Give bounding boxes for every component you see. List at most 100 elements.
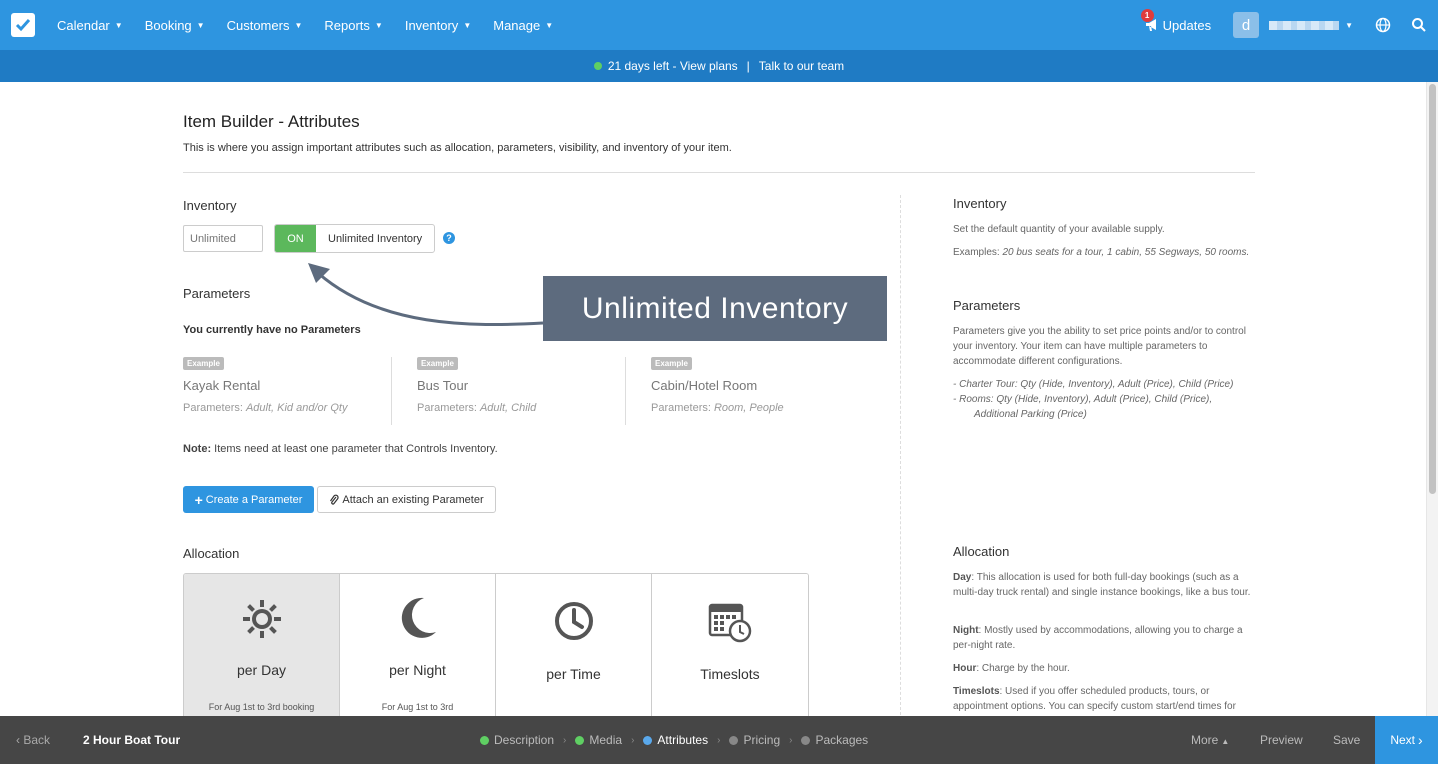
examples-prefix: Examples:	[953, 247, 1003, 258]
help-inventory-desc: Set the default quantity of your availab…	[953, 224, 1165, 235]
example-line: - Rooms: Qty (Hide, Inventory), Adult (P…	[953, 394, 1213, 405]
example-badge: Example	[417, 357, 458, 370]
examples-text: 20 bus seats for a tour, 1 cabin, 55 Seg…	[1002, 247, 1250, 258]
menu-customers[interactable]: Customers ▼	[216, 0, 314, 50]
allocation-label: Timeslots	[700, 666, 760, 682]
toggle-label[interactable]: Unlimited Inventory	[316, 225, 434, 252]
step-packages[interactable]: Packages	[801, 733, 868, 747]
step-media[interactable]: Media	[575, 733, 622, 747]
help-parameters-example: - Charter Tour: Qty (Hide, Inventory), A…	[953, 377, 1258, 392]
menu-manage[interactable]: Manage ▼	[482, 0, 564, 50]
menu-label: Inventory	[404, 17, 459, 33]
help-allocation-day: Day: This allocation is used for both fu…	[953, 570, 1258, 600]
step-label: Packages	[815, 733, 869, 747]
allocation-sub: For Aug 1st to 3rd booking	[208, 702, 315, 712]
term: Night	[953, 625, 979, 636]
moon-icon	[401, 597, 436, 638]
chevron-right-icon: ›	[631, 734, 635, 746]
step-dot-icon	[575, 735, 585, 745]
more-button[interactable]: More ▲	[1191, 733, 1229, 747]
note-label: Note:	[183, 443, 212, 455]
next-button[interactable]: Next ›	[1375, 716, 1438, 764]
plus-icon: +	[194, 491, 203, 508]
callout-label: Unlimited Inventory	[543, 276, 887, 341]
example-title: Bus Tour	[417, 378, 469, 393]
menu-label: Reports	[324, 17, 370, 33]
allocation-per-day[interactable]: per Day For Aug 1st to 3rd booking	[184, 574, 340, 716]
user-caret-icon[interactable]: ▼	[1345, 21, 1353, 30]
example-badge: Example	[183, 357, 224, 370]
caret-down-icon: ▼	[196, 20, 205, 30]
step-attributes[interactable]: Attributes	[643, 733, 708, 747]
paperclip-icon	[330, 494, 339, 505]
step-label: Attributes	[657, 733, 709, 747]
attach-parameter-button[interactable]: Attach an existing Parameter	[317, 486, 496, 513]
talk-to-team-link[interactable]: Talk to our team	[759, 59, 844, 73]
user-name-blurred[interactable]	[1269, 20, 1340, 30]
unlimited-inventory-toggle[interactable]: ON Unlimited Inventory	[274, 224, 436, 253]
help-parameters-example: - Rooms: Qty (Hide, Inventory), Adult (P…	[953, 392, 1258, 407]
caret-down-icon: ▼	[114, 20, 123, 30]
trial-bar: 21 days left - View plans | Talk to our …	[0, 50, 1438, 82]
allocation-label: per Night	[389, 662, 446, 678]
help-parameters-title: Parameters	[953, 298, 1021, 313]
help-parameters-desc: Parameters give you the ability to set p…	[953, 326, 1246, 367]
save-button[interactable]: Save	[1333, 733, 1360, 747]
avatar[interactable]: d	[1233, 12, 1260, 38]
item-name: 2 Hour Boat Tour	[83, 733, 181, 747]
help-allocation-hour: Hour: Charge by the hour.	[953, 661, 1258, 676]
example-badge: Example	[651, 357, 692, 370]
caret-down-icon: ▼	[374, 20, 383, 30]
allocation-per-night[interactable]: per Night For Aug 1st to 3rd	[340, 574, 496, 716]
inventory-quantity-input[interactable]	[183, 225, 263, 252]
params-prefix: Parameters:	[183, 402, 246, 414]
step-pricing[interactable]: Pricing	[729, 733, 780, 747]
callout-arrow-icon	[308, 263, 544, 326]
nav-right: 1 Updates d ▼	[1140, 0, 1438, 50]
allocation-per-time[interactable]: per Time	[496, 574, 652, 716]
app-logo[interactable]	[11, 13, 35, 37]
step-dot-icon	[729, 735, 739, 745]
back-button[interactable]: ‹ Back	[16, 733, 50, 747]
clock-icon	[554, 602, 593, 640]
inventory-label: Inventory	[183, 198, 237, 213]
menu-inventory[interactable]: Inventory ▼	[394, 0, 482, 50]
more-label: More	[1191, 733, 1219, 747]
scrollbar-thumb[interactable]	[1429, 84, 1436, 494]
term-desc: : Mostly used by accommodations, allowin…	[953, 625, 1243, 651]
next-label: Next	[1390, 733, 1415, 747]
example-params: Parameters: Adult, Kid and/or Qty	[183, 402, 347, 414]
chevron-right-icon: ›	[789, 734, 793, 746]
preview-button[interactable]: Preview	[1260, 733, 1303, 747]
help-icon[interactable]: ?	[443, 232, 455, 244]
help-inventory-examples: Examples: 20 bus seats for a tour, 1 cab…	[953, 245, 1258, 260]
example-title: Kayak Rental	[183, 378, 261, 393]
updates-button[interactable]: 1 Updates	[1140, 8, 1211, 33]
view-plans-link[interactable]: 21 days left - View plans	[608, 59, 738, 73]
create-parameter-button[interactable]: + Create a Parameter	[183, 486, 314, 513]
allocation-options: per Day For Aug 1st to 3rd booking per N…	[183, 573, 809, 716]
params-value: Adult, Kid and/or Qty	[245, 402, 348, 414]
menu-calendar[interactable]: Calendar ▼	[46, 0, 134, 50]
term-desc: : Charge by the hour.	[976, 663, 1070, 674]
help-parameters-example: Additional Parking (Price)	[974, 407, 1258, 422]
params-value: Adult, Child	[479, 402, 537, 414]
menu-label: Booking	[144, 17, 192, 33]
term: Day	[953, 572, 972, 583]
toggle-on-state[interactable]: ON	[275, 225, 316, 252]
search-icon[interactable]	[1411, 17, 1427, 33]
menu-booking[interactable]: Booking ▼	[134, 0, 216, 50]
menu-label: Calendar	[57, 17, 110, 33]
help-allocation-timeslots: Timeslots: Used if you offer scheduled p…	[953, 684, 1258, 716]
example-bus: Example Bus Tour Parameters: Adult, Chil…	[391, 357, 601, 425]
allocation-timeslots[interactable]: Timeslots	[652, 574, 808, 716]
globe-icon[interactable]	[1375, 17, 1391, 33]
bottom-bar: ‹ Back 2 Hour Boat Tour Description › Me…	[0, 716, 1438, 764]
step-description[interactable]: Description	[480, 733, 554, 747]
menu-reports[interactable]: Reports ▼	[313, 0, 393, 50]
back-label: Back	[23, 733, 51, 747]
divider	[183, 172, 1255, 173]
main-menu: Calendar ▼ Booking ▼ Customers ▼ Reports ▼ I…	[46, 0, 564, 50]
chevron-right-icon: ›	[563, 734, 567, 746]
caret-up-icon: ▲	[1221, 737, 1230, 746]
